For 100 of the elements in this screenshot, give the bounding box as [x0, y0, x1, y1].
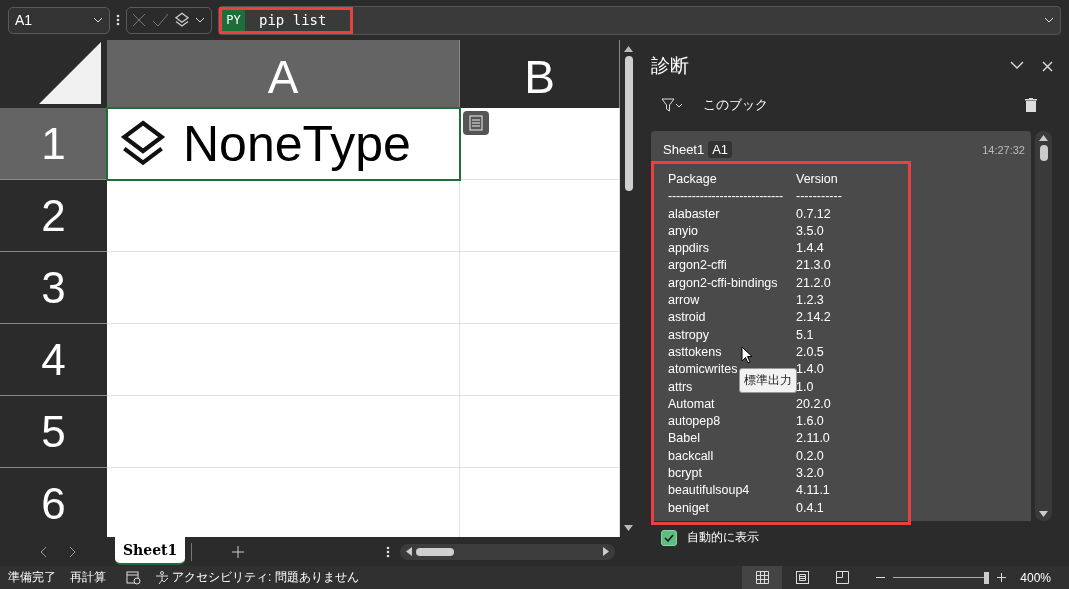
zoom-level[interactable]: 400% — [1020, 570, 1051, 585]
grid-cell[interactable] — [107, 252, 460, 324]
accessibility-icon[interactable] — [155, 570, 169, 585]
horizontal-scrollbar[interactable] — [400, 543, 616, 560]
pointer-cursor-icon — [741, 346, 753, 364]
grid-cell[interactable] — [460, 396, 620, 468]
page-icon — [795, 571, 809, 584]
package-name: autopep8 — [668, 414, 721, 431]
grid-cell[interactable] — [107, 180, 460, 252]
scroll-thumb[interactable] — [624, 56, 633, 191]
package-name: argon2-cffi-bindings — [668, 275, 778, 292]
grid-cell[interactable] — [460, 108, 620, 180]
filter-label[interactable]: このブック — [703, 96, 768, 114]
package-version: 2.0.5 — [796, 344, 824, 361]
chevron-down-icon — [195, 17, 205, 23]
grid-cell[interactable] — [460, 252, 620, 324]
filter-icon[interactable] — [661, 98, 683, 112]
package-version: 4.11.1 — [796, 483, 830, 500]
panel-scrollbar[interactable] — [1035, 131, 1052, 521]
card-icon[interactable] — [463, 111, 489, 135]
package-name: alabaster — [668, 206, 720, 223]
package-name: astroid — [668, 310, 706, 327]
close-icon[interactable] — [1042, 60, 1053, 72]
timestamp: 14:27:32 — [982, 143, 1025, 156]
package-name: attrs — [668, 379, 693, 396]
scroll-left-icon[interactable] — [406, 547, 413, 556]
chevron-down-icon[interactable] — [1010, 60, 1024, 69]
package-name: bcrypt — [668, 466, 703, 483]
grid-cell[interactable] — [107, 396, 460, 468]
scroll-right-icon[interactable] — [603, 547, 610, 556]
package-name: asttokens — [668, 344, 722, 361]
next-sheet-icon[interactable] — [68, 545, 77, 558]
cancel-icon[interactable] — [131, 12, 147, 28]
separator-text: ----------------------------- — [668, 189, 783, 206]
package-name: beniget — [668, 500, 709, 517]
package-name: beautifulsoup4 — [668, 483, 750, 500]
package-name: argon2-cffi — [668, 258, 727, 275]
previous-sheet-icon[interactable] — [38, 545, 47, 558]
accessibility-status[interactable]: アクセシビリティ: 問題ありません — [172, 569, 359, 586]
cell-value: NoneType — [183, 114, 411, 173]
more-icon[interactable] — [116, 13, 120, 27]
package-name: Automat — [668, 396, 715, 413]
check-icon — [664, 533, 674, 542]
package-version: 2.14.2 — [796, 310, 831, 327]
add-sheet-icon[interactable] — [232, 545, 245, 558]
separator-text: ----------- — [796, 189, 842, 206]
row-header[interactable]: 1 — [0, 108, 107, 180]
scroll-up-icon[interactable] — [1039, 135, 1048, 141]
zoom-in-icon[interactable] — [997, 573, 1007, 582]
column-heading: Version — [796, 172, 838, 188]
scroll-thumb[interactable] — [416, 547, 455, 556]
package-name: Babel — [668, 431, 700, 448]
grid-cell[interactable] — [107, 468, 460, 537]
status-text: 準備完了 — [8, 569, 56, 586]
sheet-tab[interactable]: Sheet1 — [115, 536, 186, 565]
workbook-statistics-icon[interactable] — [126, 570, 141, 585]
grid-cell[interactable] — [460, 324, 620, 396]
package-version: 1.4.0 — [796, 362, 824, 379]
package-version: 21.2.0 — [796, 275, 831, 292]
tooltip: 標準出力 — [739, 368, 797, 393]
more-icon[interactable] — [386, 544, 391, 559]
cell-reference: A1 — [708, 141, 733, 158]
package-version: 3.5.0 — [796, 223, 824, 240]
scroll-thumb[interactable] — [1039, 145, 1048, 161]
panel-title: 診断 — [651, 54, 689, 78]
expand-icon — [1044, 17, 1054, 23]
python-cell[interactable]: NoneType — [107, 108, 460, 180]
scroll-up-icon[interactable] — [624, 46, 633, 52]
grid-cell[interactable] — [107, 324, 460, 396]
column-header[interactable]: B — [460, 40, 620, 108]
grid-icon — [755, 571, 769, 584]
package-name: astropy — [668, 327, 709, 344]
formula-bar[interactable]: PY pip list — [218, 5, 1061, 35]
grid-cell[interactable] — [460, 468, 620, 537]
row-header[interactable]: 2 — [0, 180, 107, 252]
layers-icon — [173, 11, 191, 29]
name-box[interactable]: A1 — [8, 6, 110, 34]
package-name: atomicwrites — [668, 362, 738, 379]
package-name: anyio — [668, 223, 698, 240]
package-name: backcall — [668, 448, 714, 465]
package-version: 1.2.3 — [796, 293, 824, 310]
checkbox[interactable] — [661, 529, 677, 546]
package-version: 21.3.0 — [796, 258, 831, 275]
chevron-down-icon — [93, 17, 103, 23]
package-version: 3.2.0 — [796, 466, 824, 483]
grid-cell[interactable] — [460, 180, 620, 252]
package-name: arrow — [668, 293, 700, 310]
package-version: 5.1 — [796, 327, 814, 344]
trash-icon[interactable] — [1025, 97, 1037, 113]
package-version: 0.7.12 — [796, 206, 831, 223]
column-heading: Package — [668, 172, 717, 188]
scroll-down-icon[interactable] — [624, 525, 633, 531]
formula-text: pip list — [259, 12, 327, 28]
checkbox-label: 自動的に表示 — [687, 529, 759, 546]
check-icon[interactable] — [151, 12, 169, 28]
status-text: 再計算 — [70, 569, 106, 586]
normal-view-button[interactable] — [742, 566, 783, 589]
scroll-down-icon[interactable] — [1039, 511, 1048, 517]
page-break-icon — [835, 571, 849, 584]
column-header[interactable]: A — [107, 40, 460, 108]
